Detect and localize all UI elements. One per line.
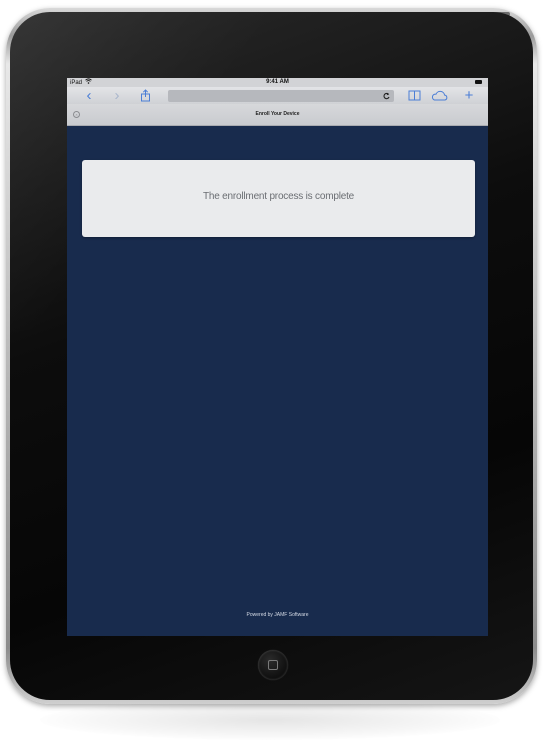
- back-icon: ‹: [86, 87, 92, 104]
- icloud-tabs-button[interactable]: [429, 87, 449, 104]
- status-bar: iPad 9:41 AM: [67, 78, 488, 87]
- enrollment-complete-message: The enrollment process is complete: [202, 191, 355, 202]
- status-message-card: The enrollment process is complete: [82, 160, 475, 237]
- home-square-icon: [268, 660, 278, 670]
- forward-button[interactable]: ›: [107, 87, 127, 104]
- powered-by-footer: Powered by JAMF Software: [246, 612, 309, 618]
- cloud-icon: [431, 90, 447, 101]
- home-button[interactable]: [258, 650, 288, 680]
- device-screen: iPad 9:41 AM ‹ › + × Enroll Your Device …: [67, 78, 488, 636]
- reload-icon[interactable]: [383, 90, 390, 102]
- bookmarks-button[interactable]: [404, 87, 424, 104]
- book-icon: [408, 90, 420, 101]
- address-field[interactable]: [168, 90, 394, 102]
- share-icon: [140, 89, 150, 102]
- device-reflection: [40, 700, 500, 740]
- back-button[interactable]: ‹: [79, 87, 99, 104]
- new-tab-button[interactable]: +: [459, 87, 479, 104]
- forward-icon: ›: [114, 87, 120, 104]
- plus-icon: +: [464, 87, 474, 104]
- browser-toolbar: ‹ › +: [67, 87, 488, 104]
- share-button[interactable]: [135, 87, 155, 104]
- tab-title-bar: × Enroll Your Device: [67, 104, 488, 126]
- status-time: 9:41 AM: [266, 79, 289, 85]
- battery-icon: [475, 80, 482, 84]
- stage: iPad 9:41 AM ‹ › + × Enroll Your Device …: [0, 0, 543, 742]
- page-title: Enroll Your Device: [255, 111, 300, 117]
